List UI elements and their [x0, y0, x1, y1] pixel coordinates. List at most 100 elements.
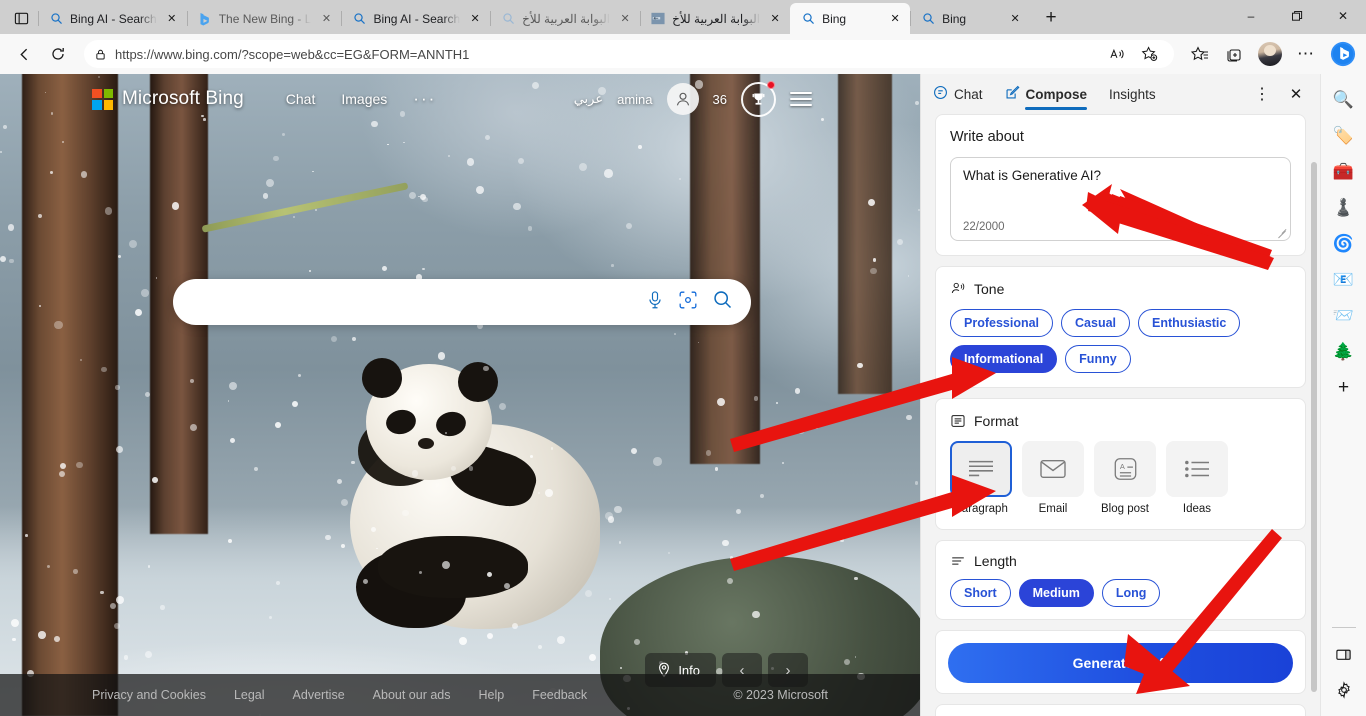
- read-aloud-icon[interactable]: [1102, 41, 1132, 67]
- browser-tab[interactable]: البوابة العربية للأخ ✕: [640, 3, 790, 34]
- browser-tab[interactable]: Bing ✕: [790, 3, 911, 34]
- write-about-card: Write about What is Generative AI? 22/20…: [935, 114, 1306, 256]
- bing-menu-icon[interactable]: [790, 92, 812, 106]
- paragraph-lines-icon: [950, 441, 1012, 497]
- site-lock-icon: [94, 48, 107, 61]
- tab-compose[interactable]: Compose: [1005, 74, 1087, 114]
- browser-tab[interactable]: Bing AI - Search ✕: [341, 3, 490, 34]
- tone-chip-casual[interactable]: Casual: [1061, 309, 1131, 337]
- browser-more-icon[interactable]: ⋯: [1290, 38, 1322, 70]
- tone-chip-funny[interactable]: Funny: [1065, 345, 1131, 373]
- footer-link-legal[interactable]: Legal: [234, 688, 265, 702]
- tab-close-icon[interactable]: ✕: [163, 10, 181, 28]
- browser-tab[interactable]: Bing ✕: [910, 3, 1030, 34]
- settings-gear-icon[interactable]: [1328, 674, 1360, 706]
- paper-plane-icon[interactable]: 📨: [1328, 300, 1360, 332]
- format-option-ideas[interactable]: Ideas: [1166, 441, 1228, 515]
- browser-tab[interactable]: البوابة العربية للأخ ✕: [490, 3, 640, 34]
- footer-link-help[interactable]: Help: [479, 688, 505, 702]
- bing-search-box[interactable]: [173, 279, 751, 325]
- account-name: amina: [617, 91, 653, 107]
- refresh-icon[interactable]: [42, 38, 74, 70]
- format-option-blog-post[interactable]: A Blog post: [1094, 441, 1156, 515]
- microphone-icon[interactable]: [646, 290, 664, 315]
- tone-chip-informational[interactable]: Informational: [950, 345, 1058, 373]
- collections-icon[interactable]: [1218, 38, 1250, 70]
- new-tab-button[interactable]: +: [1036, 3, 1066, 33]
- bing-search-input[interactable]: [191, 293, 646, 311]
- length-chip-medium[interactable]: Medium: [1018, 579, 1094, 607]
- tab-actions-icon[interactable]: [4, 3, 38, 33]
- search-submit-icon[interactable]: [712, 289, 733, 315]
- length-options: Short Medium Long: [950, 579, 1291, 607]
- favorites-icon[interactable]: [1184, 38, 1216, 70]
- tab-close-icon[interactable]: ✕: [466, 10, 484, 28]
- bing-nav-chat[interactable]: Chat: [286, 91, 316, 107]
- tab-insights[interactable]: Insights: [1109, 74, 1156, 114]
- bullet-list-icon: [1166, 441, 1228, 497]
- bing-nav-images[interactable]: Images: [341, 91, 387, 107]
- tab-close-icon[interactable]: ✕: [766, 10, 784, 28]
- maximize-button[interactable]: [1274, 0, 1320, 32]
- hero-background-image: [0, 74, 920, 716]
- rewards-button[interactable]: [741, 80, 776, 117]
- format-option-email[interactable]: Email: [1022, 441, 1084, 515]
- tab-close-icon[interactable]: ✕: [886, 10, 904, 28]
- length-chip-long[interactable]: Long: [1101, 579, 1161, 607]
- generate-draft-button[interactable]: Generate draft: [948, 643, 1293, 683]
- panel-scrollbar[interactable]: [1311, 162, 1317, 692]
- preview-card-placeholder: [935, 704, 1306, 716]
- tools-briefcase-icon[interactable]: 🧰: [1328, 156, 1360, 188]
- panel-more-icon[interactable]: ⋮: [1248, 80, 1276, 108]
- add-favorite-icon[interactable]: [1134, 41, 1164, 67]
- copilot-panel: Chat Compose Insights ⋮ ✕ Write about Wh…: [920, 74, 1320, 716]
- browser-tab-title: البوابة العربية للأخ: [672, 11, 761, 26]
- footer-copyright: © 2023 Microsoft: [733, 688, 828, 702]
- search-icon[interactable]: 🔍: [1328, 84, 1360, 116]
- outlook-icon[interactable]: 📧: [1328, 264, 1360, 296]
- length-chip-short[interactable]: Short: [950, 579, 1011, 607]
- envelope-icon: [1022, 441, 1084, 497]
- visual-search-icon[interactable]: [678, 290, 698, 315]
- format-icon: [950, 413, 966, 429]
- profile-avatar[interactable]: [1258, 42, 1282, 66]
- tab-close-icon[interactable]: ✕: [1006, 10, 1024, 28]
- browser-tab[interactable]: Bing AI - Search ✕: [38, 3, 187, 34]
- format-option-paragraph[interactable]: Paragraph: [950, 441, 1012, 515]
- tab-close-icon[interactable]: ✕: [616, 10, 634, 28]
- write-about-input[interactable]: What is Generative AI? 22/2000: [950, 157, 1291, 241]
- account-avatar-icon[interactable]: [666, 83, 699, 115]
- back-icon[interactable]: [8, 38, 40, 70]
- split-screen-icon[interactable]: [1328, 638, 1360, 670]
- tone-chip-professional[interactable]: Professional: [950, 309, 1054, 337]
- tab-chat-label: Chat: [954, 86, 983, 102]
- microsoft-bing-logo[interactable]: Microsoft Bing: [92, 88, 244, 110]
- footer-link-about-our-ads[interactable]: About our ads: [373, 688, 451, 702]
- tone-options: Professional Casual Enthusiastic Informatio…: [950, 309, 1291, 373]
- language-toggle[interactable]: عربي: [574, 91, 603, 107]
- shopping-tag-icon[interactable]: 🏷️: [1328, 120, 1360, 152]
- rewards-notification-dot: [767, 80, 775, 89]
- footer-link-advertise[interactable]: Advertise: [293, 688, 345, 702]
- format-card: Format Paragraph Email A Blog post Ideas: [935, 398, 1306, 530]
- add-icon[interactable]: +: [1328, 372, 1360, 404]
- tab-chat[interactable]: Chat: [933, 74, 983, 114]
- microsoft365-icon[interactable]: 🌀: [1328, 228, 1360, 260]
- length-title: Length: [974, 553, 1017, 569]
- textarea-resize-handle[interactable]: [1277, 227, 1287, 239]
- browser-tab-title: البوابة العربية للأخ: [522, 11, 611, 26]
- tab-close-icon[interactable]: ✕: [317, 10, 335, 28]
- bing-logo-text: Microsoft Bing: [122, 88, 244, 109]
- browser-tab[interactable]: The New Bing - L ✕: [186, 3, 342, 34]
- address-bar[interactable]: https://www.bing.com/?scope=web&cc=EG&FO…: [84, 40, 1174, 68]
- close-window-button[interactable]: ✕: [1320, 0, 1366, 32]
- footer-link-feedback[interactable]: Feedback: [532, 688, 587, 702]
- tree-icon[interactable]: 🌲: [1328, 336, 1360, 368]
- games-chess-icon[interactable]: ♟️: [1328, 192, 1360, 224]
- minimize-button[interactable]: –: [1228, 0, 1274, 32]
- bing-nav-more-icon[interactable]: ···: [413, 89, 436, 109]
- tone-chip-enthusiastic[interactable]: Enthusiastic: [1138, 309, 1241, 337]
- panel-close-icon[interactable]: ✕: [1282, 80, 1310, 108]
- copilot-bing-icon[interactable]: [1328, 39, 1358, 69]
- footer-link-privacy[interactable]: Privacy and Cookies: [92, 688, 206, 702]
